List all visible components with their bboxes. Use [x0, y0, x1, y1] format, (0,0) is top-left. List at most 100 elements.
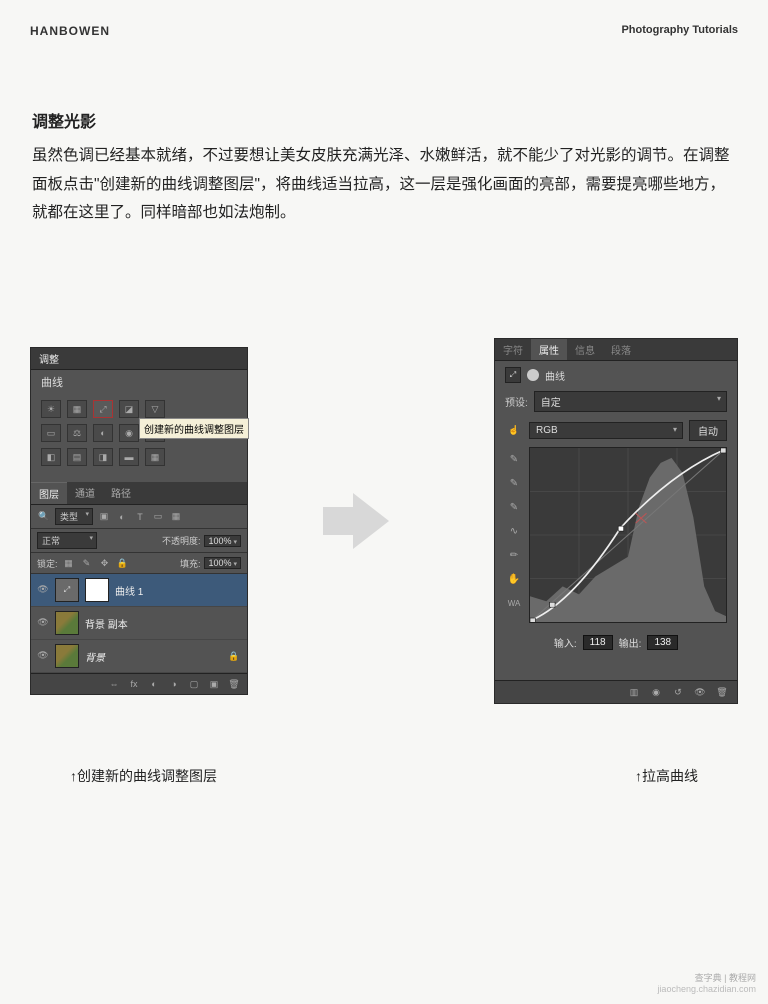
- visibility-icon[interactable]: 👁: [37, 650, 49, 662]
- hue-icon[interactable]: ▭: [41, 424, 61, 442]
- layer-row-curves[interactable]: 👁 ⤢ 曲线 1: [31, 574, 247, 607]
- filter-shape-icon[interactable]: ▭: [151, 510, 165, 524]
- adjustments-layers-panel: 调整 曲线 ☀ ▦ ⤢ ◪ ▽ 创建新的曲线调整图层 ▭ ⚖ ◐ ◉ ⊞ ◧ ▤: [30, 347, 248, 695]
- lock-all-icon[interactable]: 🔒: [116, 556, 130, 570]
- threshold-icon[interactable]: ◨: [93, 448, 113, 466]
- channel-dropdown[interactable]: RGB: [529, 422, 683, 439]
- caption-left: ↑创建新的曲线调整图层: [70, 766, 217, 786]
- layer-name: 背景 副本: [85, 616, 128, 631]
- wa-icon[interactable]: WA: [506, 595, 522, 611]
- layer-name: 曲线 1: [115, 583, 143, 598]
- input-value[interactable]: 118: [583, 635, 613, 650]
- layer-name: 背景: [85, 649, 105, 664]
- eyedropper-black-icon[interactable]: ✎: [506, 451, 522, 467]
- properties-tabs: 字符 属性 信息 段落: [495, 339, 737, 361]
- page-header: HANBOWEN Photography Tutorials: [0, 0, 768, 38]
- auto-button[interactable]: 自动: [689, 420, 727, 441]
- adjustment-layer-icon[interactable]: ◑: [167, 677, 181, 691]
- layer-filter-bar: 🔍 类型 ▣ ◐ T ▭ ▦: [31, 505, 247, 529]
- output-value[interactable]: 138: [647, 635, 678, 650]
- invert-icon[interactable]: ◧: [41, 448, 61, 466]
- curves-icon[interactable]: ⤢: [93, 400, 113, 418]
- header-subtitle: Photography Tutorials: [621, 24, 738, 38]
- channel-row: ☝ RGB 自动: [495, 418, 737, 447]
- gradient-map-icon[interactable]: ▬: [119, 448, 139, 466]
- clip-icon[interactable]: ▥: [627, 685, 641, 699]
- levels-icon[interactable]: ▦: [67, 400, 87, 418]
- lock-brush-icon[interactable]: ✎: [80, 556, 94, 570]
- filter-text-icon[interactable]: T: [133, 510, 147, 524]
- lock-transparent-icon[interactable]: ▦: [62, 556, 76, 570]
- mask-disc-icon[interactable]: [527, 369, 539, 381]
- balance-icon[interactable]: ⚖: [67, 424, 87, 442]
- view-previous-icon[interactable]: ◉: [649, 685, 663, 699]
- layers-tab[interactable]: 图层: [31, 482, 67, 504]
- link-icon[interactable]: ⇔: [107, 677, 121, 691]
- adjustments-tab[interactable]: 调整: [39, 351, 59, 366]
- paragraph-tab[interactable]: 段落: [603, 339, 639, 360]
- hand-icon[interactable]: ✋: [506, 571, 522, 587]
- blend-mode-dropdown[interactable]: 正常: [37, 532, 97, 549]
- finger-icon[interactable]: ☝: [505, 424, 523, 438]
- properties-tab[interactable]: 属性: [531, 339, 567, 360]
- trash-icon[interactable]: 🗑: [227, 677, 241, 691]
- blend-row: 正常 不透明度: 100%: [31, 529, 247, 553]
- output-label: 输出:: [619, 635, 642, 650]
- opacity-value[interactable]: 100%: [204, 535, 241, 547]
- arrow-icon: [353, 493, 389, 549]
- adjustment-icons: ☀ ▦ ⤢ ◪ ▽ 创建新的曲线调整图层 ▭ ⚖ ◐ ◉ ⊞ ◧ ▤ ◨ ▬ ▦: [31, 394, 247, 482]
- filter-smart-icon[interactable]: ▦: [169, 510, 183, 524]
- section-title: 调整光影: [32, 108, 736, 132]
- lock-icon: 🔒: [227, 649, 241, 663]
- char-tab[interactable]: 字符: [495, 339, 531, 360]
- curves-mode-icon[interactable]: ⤢: [505, 367, 521, 383]
- paths-tab[interactable]: 路径: [103, 482, 139, 504]
- photo-thumb: [55, 611, 79, 635]
- fill-value[interactable]: 100%: [204, 557, 241, 569]
- watermark-line2: jiaocheng.chazidian.com: [657, 984, 756, 996]
- filter-adjust-icon[interactable]: ◐: [115, 510, 129, 524]
- info-tab[interactable]: 信息: [567, 339, 603, 360]
- brand: HANBOWEN: [30, 24, 110, 38]
- visibility-icon[interactable]: 👁: [37, 584, 49, 596]
- adjustments-header: 调整: [31, 348, 247, 370]
- figures-row: 调整 曲线 ☀ ▦ ⤢ ◪ ▽ 创建新的曲线调整图层 ▭ ⚖ ◐ ◉ ⊞ ◧ ▤: [0, 338, 768, 704]
- vibrance-icon[interactable]: ▽: [145, 400, 165, 418]
- fx-icon[interactable]: fx: [127, 677, 141, 691]
- group-icon[interactable]: ▢: [187, 677, 201, 691]
- pencil-icon[interactable]: ✏: [506, 547, 522, 563]
- posterize-icon[interactable]: ▤: [67, 448, 87, 466]
- layer-row-copy[interactable]: 👁 背景 副本: [31, 607, 247, 640]
- brightness-icon[interactable]: ☀: [41, 400, 61, 418]
- curves-title-row: ⤢ 曲线: [495, 361, 737, 389]
- curves-body: ✎ ✎ ✎ ∿ ✏ ✋ WA: [495, 447, 737, 629]
- trash-icon[interactable]: 🗑: [715, 685, 729, 699]
- new-layer-icon[interactable]: ▣: [207, 677, 221, 691]
- watermark-line1: 查字典 | 教程网: [657, 973, 756, 985]
- layer-row-bg[interactable]: 👁 背景 🔒: [31, 640, 247, 673]
- layers-footer: ⇔ fx ◐ ◑ ▢ ▣ 🗑: [31, 673, 247, 694]
- exposure-icon[interactable]: ◪: [119, 400, 139, 418]
- channels-tab[interactable]: 通道: [67, 482, 103, 504]
- selective-color-icon[interactable]: ▦: [145, 448, 165, 466]
- preset-dropdown[interactable]: 自定: [534, 391, 727, 412]
- watermark: 查字典 | 教程网 jiaocheng.chazidian.com: [657, 973, 756, 996]
- input-label: 输入:: [554, 635, 577, 650]
- mask-thumb[interactable]: [85, 578, 109, 602]
- photo-filter-icon[interactable]: ◉: [119, 424, 139, 442]
- mask-icon[interactable]: ◐: [147, 677, 161, 691]
- eyedropper-gray-icon[interactable]: ✎: [506, 475, 522, 491]
- eyedropper-white-icon[interactable]: ✎: [506, 499, 522, 515]
- curves-graph[interactable]: [529, 447, 727, 623]
- toggle-visibility-icon[interactable]: 👁: [693, 685, 707, 699]
- section-body: 虽然色调已经基本就绪，不过要想让美女皮肤充满光泽、水嫩鲜活，就不能少了对光影的调…: [32, 142, 736, 228]
- lock-move-icon[interactable]: ✥: [98, 556, 112, 570]
- reset-icon[interactable]: ↺: [671, 685, 685, 699]
- search-icon[interactable]: 🔍: [37, 510, 51, 524]
- edit-points-icon[interactable]: ∿: [506, 523, 522, 539]
- visibility-icon[interactable]: 👁: [37, 617, 49, 629]
- filter-pixel-icon[interactable]: ▣: [97, 510, 111, 524]
- filter-type-dropdown[interactable]: 类型: [55, 508, 93, 525]
- bw-icon[interactable]: ◐: [93, 424, 113, 442]
- caption-right: ↑拉高曲线: [635, 766, 698, 786]
